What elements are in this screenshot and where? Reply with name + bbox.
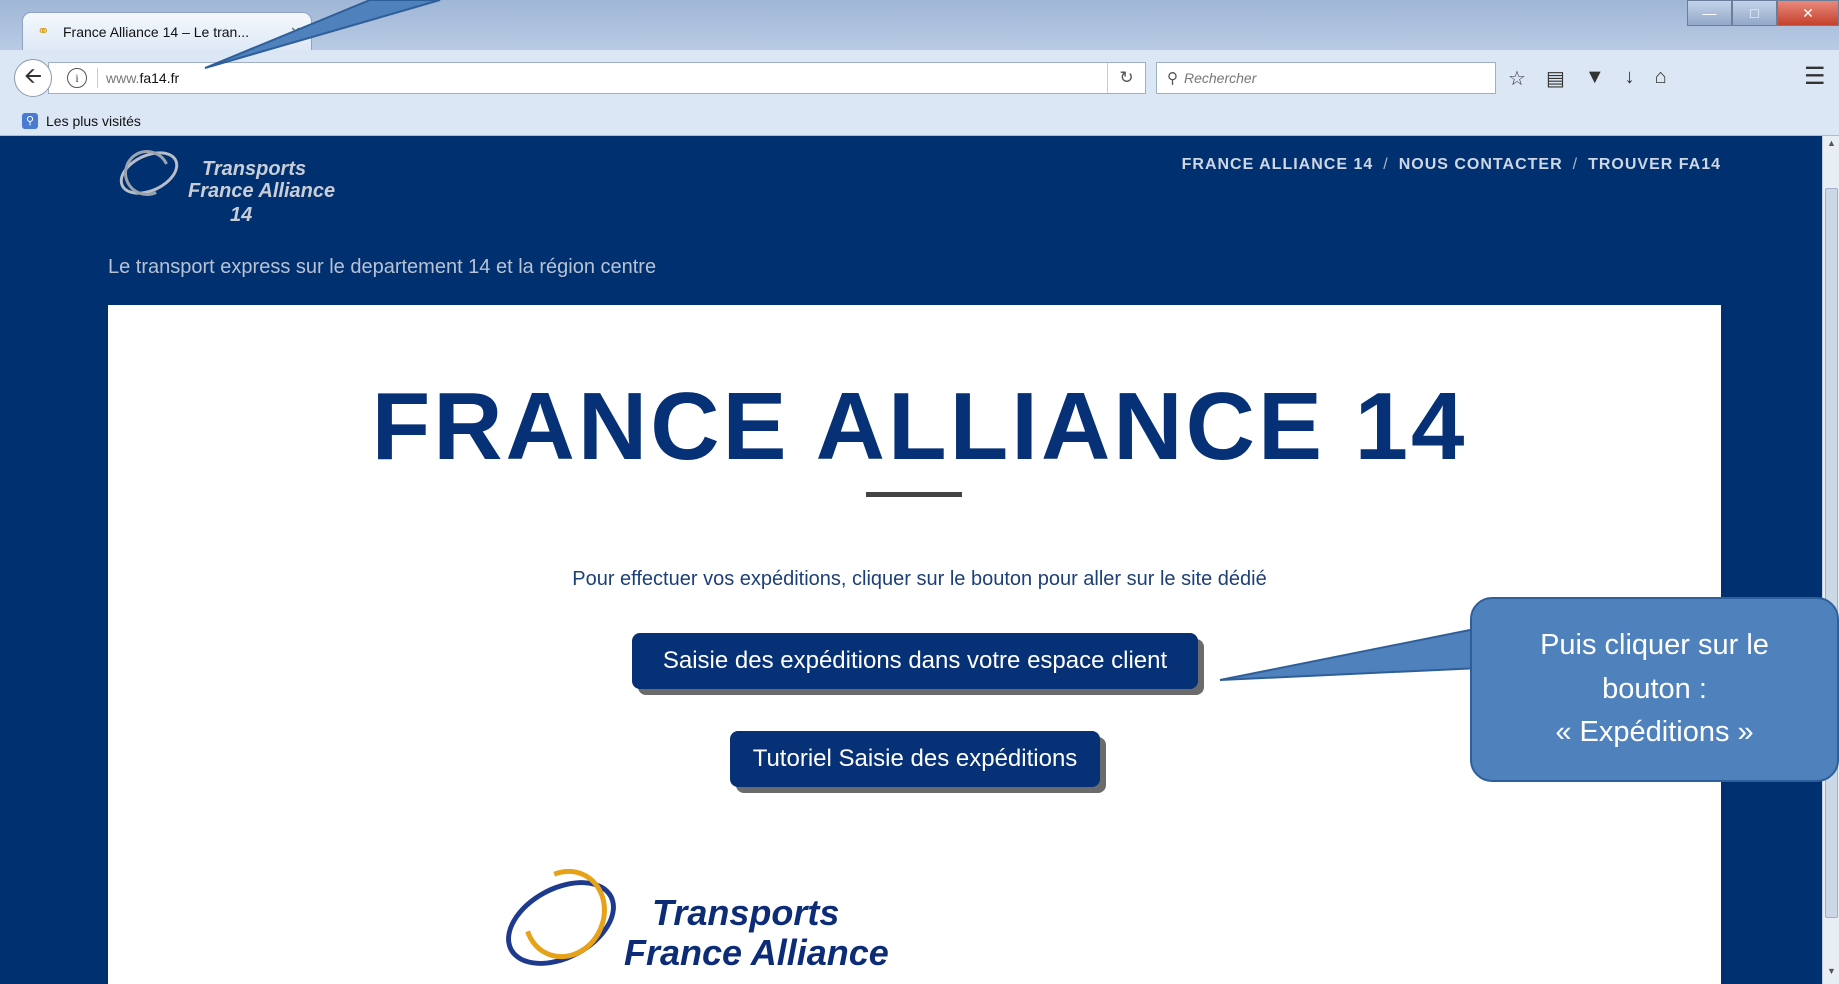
maximize-icon[interactable]: □ <box>1732 0 1777 26</box>
browser-titlebar: ⚭ France Alliance 14 – Le tran... ✕ + — … <box>0 0 1839 50</box>
top-navigation: FRANCE ALLIANCE 14 / NOUS CONTACTER / TR… <box>1182 156 1721 174</box>
pocket-icon[interactable]: ▼ <box>1585 66 1605 91</box>
back-arrow-icon[interactable]: 🡨 <box>14 59 52 97</box>
reload-icon[interactable]: ↻ <box>1107 63 1145 93</box>
bookmark-folder-icon: ⚲ <box>22 112 38 129</box>
nav-link-nous-contacter[interactable]: NOUS CONTACTER <box>1399 156 1563 174</box>
browser-tab[interactable]: ⚭ France Alliance 14 – Le tran... ✕ <box>22 12 312 50</box>
site-logo[interactable]: Transports France Alliance 14 <box>110 140 360 230</box>
bookmarks-toolbar: ⚲ Les plus visités <box>0 106 1839 136</box>
page-scrollbar[interactable]: ▲ ▼ <box>1822 136 1839 984</box>
star-icon[interactable]: ☆ <box>1508 66 1526 91</box>
logo-icon: ⚭ <box>37 22 50 40</box>
url-divider <box>97 68 98 88</box>
minimize-icon[interactable]: — <box>1687 0 1732 26</box>
page-title: FRANCE ALLIANCE 14 <box>371 373 1468 480</box>
download-icon[interactable]: ↓ <box>1625 66 1635 91</box>
scroll-down-arrow-icon[interactable]: ▼ <box>1825 966 1838 982</box>
nav-link-france-alliance-14[interactable]: FRANCE ALLIANCE 14 <box>1182 156 1374 174</box>
bookmark-most-visited[interactable]: Les plus visités <box>46 113 141 129</box>
url-text[interactable]: www.fa14.fr <box>106 70 179 86</box>
window-controls: — □ ✕ <box>1687 0 1839 26</box>
logo-text-line2: France Alliance <box>188 180 336 202</box>
tab-title: France Alliance 14 – Le tran... <box>63 23 249 40</box>
intro-text: Pour effectuer vos expéditions, cliquer … <box>572 568 1267 590</box>
logo-text-line3: 14 <box>230 204 253 226</box>
expeditions-client-button[interactable]: Saisie des expéditions dans votre espace… <box>632 633 1198 689</box>
nav-separator: / <box>1383 156 1389 173</box>
close-icon[interactable]: ✕ <box>290 24 301 40</box>
footer-logo-line2: France Alliance <box>624 932 889 973</box>
browser-toolbar: i www.fa14.fr ↻ 🡨 ⚲ Rechercher ☆ ▤ ▼ ↓ ⌂… <box>0 50 1839 106</box>
title-divider <box>866 492 962 497</box>
plus-icon[interactable]: + <box>320 18 331 39</box>
nav-separator: / <box>1572 156 1579 173</box>
info-icon[interactable]: i <box>67 68 87 88</box>
search-placeholder: Rechercher <box>1184 70 1257 86</box>
nav-link-trouver-fa14[interactable]: TROUVER FA14 <box>1588 156 1721 174</box>
footer-logo: Transports France Alliance <box>491 854 918 984</box>
site-tagline: Le transport express sur le departement … <box>108 256 657 278</box>
window-close-icon[interactable]: ✕ <box>1777 0 1839 26</box>
scroll-up-arrow-icon[interactable]: ▲ <box>1825 138 1838 154</box>
home-icon[interactable]: ⌂ <box>1655 66 1667 91</box>
tutorial-button[interactable]: Tutoriel Saisie des expéditions <box>730 731 1100 787</box>
search-icon: ⚲ <box>1167 70 1178 87</box>
footer-logo-line1: Transports <box>652 892 840 933</box>
toolbar-icons: ☆ ▤ ▼ ↓ ⌂ <box>1508 66 1667 91</box>
hamburger-menu-icon[interactable]: ☰ <box>1804 62 1826 91</box>
callout-text: Puis cliquer sur le bouton : « Expéditio… <box>1540 629 1769 749</box>
instruction-callout: Puis cliquer sur le bouton : « Expéditio… <box>1470 597 1839 782</box>
logo-text-line1: Transports <box>202 158 307 180</box>
url-bar[interactable]: i www.fa14.fr ↻ <box>48 62 1146 94</box>
library-icon[interactable]: ▤ <box>1546 66 1565 91</box>
search-input[interactable]: ⚲ Rechercher <box>1156 62 1496 94</box>
scrollbar-thumb[interactable] <box>1825 188 1838 918</box>
